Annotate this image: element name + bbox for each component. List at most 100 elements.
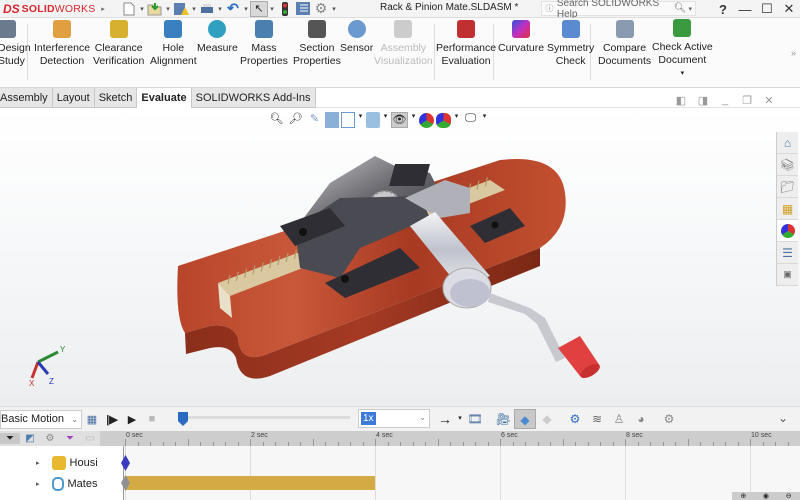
- ribbon-button-section-properties[interactable]: Section Properties: [293, 20, 341, 68]
- tree-item[interactable]: ▸ Housi: [36, 454, 98, 472]
- view-settings-icon[interactable]: 🖵: [462, 112, 479, 128]
- expand-icon[interactable]: ▸: [36, 480, 40, 488]
- motion-study-properties-icon[interactable]: ⚙: [658, 409, 680, 429]
- new-dropdown[interactable]: ▾: [138, 5, 146, 13]
- apply-scene-icon[interactable]: [436, 112, 451, 128]
- open-icon[interactable]: [146, 1, 164, 17]
- split-right-icon[interactable]: ◨: [692, 94, 714, 107]
- playback-speed-select[interactable]: 1x ⌄: [358, 409, 430, 428]
- zoom-in-icon[interactable]: ⊕: [740, 492, 746, 500]
- animation-wizard-icon[interactable]: 🎥︎: [492, 409, 514, 429]
- hide-show-dropdown[interactable]: ▾: [410, 112, 417, 128]
- custom-properties-icon[interactable]: ☰: [777, 242, 798, 264]
- ribbon-overflow-icon[interactable]: »: [791, 48, 796, 58]
- ribbon-button-assembly-visualization[interactable]: Assembly Visualization: [374, 20, 433, 68]
- section-view-icon[interactable]: [325, 112, 339, 128]
- tab-sketch[interactable]: Sketch: [94, 88, 138, 108]
- study-type-select[interactable]: Basic Motion ⌄: [0, 409, 82, 429]
- ribbon-button-sensor[interactable]: Sensor: [340, 20, 373, 55]
- stop-icon[interactable]: ■: [142, 413, 162, 425]
- select-icon[interactable]: ↖: [250, 0, 268, 17]
- search-icon[interactable]: 🔍︎: [674, 3, 687, 14]
- play-from-start-icon[interactable]: |▶: [102, 413, 122, 426]
- view-settings-dropdown[interactable]: ▾: [481, 112, 488, 128]
- menu-expand-icon[interactable]: ▸: [98, 5, 108, 13]
- expand-icon[interactable]: ▸: [36, 459, 40, 467]
- calculate-icon[interactable]: ▦: [82, 413, 102, 426]
- help-button[interactable]: ?: [712, 2, 734, 17]
- home-icon[interactable]: ⌂: [777, 132, 798, 154]
- tab-evaluate[interactable]: Evaluate: [137, 88, 192, 108]
- contact-icon[interactable]: ♙: [608, 409, 630, 429]
- add-update-key-icon[interactable]: ◆: [536, 409, 558, 429]
- tree-item[interactable]: ▸ Mates: [36, 475, 97, 493]
- save-animation-icon[interactable]: 🎞︎: [464, 409, 486, 429]
- view-palette-icon[interactable]: ▦: [777, 198, 798, 220]
- ribbon-button-design-study[interactable]: Design Study: [0, 20, 31, 68]
- ribbon-button-symmetry-check[interactable]: Symmetry Check: [547, 20, 594, 68]
- display-style-dropdown[interactable]: ▾: [382, 112, 389, 128]
- search-dropdown[interactable]: ▾: [688, 5, 692, 13]
- display-style-icon[interactable]: [366, 112, 380, 128]
- collapse-motion-manager-icon[interactable]: ⌄: [778, 411, 788, 425]
- maximize-button[interactable]: ☐: [756, 1, 778, 17]
- ribbon-button-performance-evaluation[interactable]: Performance Evaluation: [436, 20, 496, 68]
- viewport-restore-icon[interactable]: ❐: [736, 94, 758, 107]
- save-dropdown[interactable]: ▾: [190, 5, 198, 13]
- solidworks-logo[interactable]: DS SOLIDWORKS: [0, 0, 98, 18]
- split-left-icon[interactable]: ◧: [670, 94, 692, 107]
- playback-mode-icon[interactable]: →: [434, 409, 456, 429]
- ribbon-button-curvature[interactable]: Curvature: [498, 20, 544, 55]
- new-icon[interactable]: [120, 1, 138, 17]
- file-properties-icon[interactable]: [294, 1, 312, 17]
- ribbon-button-mass-properties[interactable]: Mass Properties: [240, 20, 288, 68]
- solidworks-resources-icon[interactable]: ▣: [777, 264, 798, 286]
- playback-mode-dropdown[interactable]: ▾: [456, 409, 464, 429]
- filter-selected-icon[interactable]: ⏷: [60, 433, 80, 444]
- select-dropdown[interactable]: ▾: [268, 5, 276, 13]
- print-icon[interactable]: [198, 1, 216, 17]
- filter-driving-icon[interactable]: ⚙: [40, 433, 60, 444]
- filter-icon[interactable]: ⏷: [0, 433, 20, 444]
- ribbon-button-check-active-document[interactable]: Check Active Document ▾: [652, 19, 713, 80]
- options-icon[interactable]: ⚙: [312, 0, 330, 17]
- help-search-input[interactable]: ⓘ Search SOLIDWORKS Help 🔍︎ ▾: [541, 0, 696, 20]
- save-icon[interactable]: [172, 1, 190, 17]
- viewport-minimize-icon[interactable]: _: [714, 94, 736, 107]
- chevron-down-icon[interactable]: ▾: [681, 67, 685, 80]
- tab-assembly[interactable]: Assembly: [0, 88, 53, 108]
- autokey-icon[interactable]: ◆: [514, 408, 536, 429]
- rebuild-icon[interactable]: [276, 1, 294, 17]
- tab-layout[interactable]: Layout: [52, 88, 95, 108]
- view-orientation-dropdown[interactable]: ▾: [357, 112, 364, 128]
- play-icon[interactable]: ▶: [122, 413, 142, 426]
- mates-time-bar[interactable]: [125, 476, 375, 490]
- close-button[interactable]: ✕: [778, 1, 800, 17]
- spring-icon[interactable]: ≋: [586, 409, 608, 429]
- edit-appearance-icon[interactable]: [419, 112, 434, 128]
- zoom-fit-icon[interactable]: ◉: [763, 492, 769, 500]
- view-orientation-icon[interactable]: [341, 112, 355, 128]
- zoom-out-icon[interactable]: ⊖: [786, 492, 792, 500]
- apply-scene-dropdown[interactable]: ▾: [453, 112, 460, 128]
- ribbon-button-compare-documents[interactable]: Compare Documents: [598, 20, 651, 68]
- graphics-area[interactable]: Y X Z: [0, 108, 800, 406]
- motor-icon[interactable]: ⚙: [564, 409, 586, 429]
- hide-show-items-icon[interactable]: 👁︎: [391, 112, 408, 128]
- open-dropdown[interactable]: ▾: [164, 5, 172, 13]
- print-dropdown[interactable]: ▾: [216, 5, 224, 13]
- appearances-icon[interactable]: [777, 220, 798, 242]
- ribbon-button-interference-detection[interactable]: Interference Detection: [34, 20, 90, 68]
- ribbon-button-measure[interactable]: Measure: [197, 20, 238, 55]
- design-library-icon[interactable]: 📚︎: [777, 154, 798, 176]
- playback-slider[interactable]: [178, 412, 350, 426]
- filter-animated-icon[interactable]: ◩: [20, 433, 40, 444]
- gravity-icon[interactable]: ◕: [630, 409, 652, 429]
- zoom-to-area-icon[interactable]: 🔎︎: [287, 112, 304, 128]
- time-scale[interactable]: 0 sec2 sec4 sec6 sec8 sec10 sec12 sec14 …: [124, 431, 800, 446]
- playback-thumb[interactable]: [178, 412, 188, 426]
- file-explorer-icon[interactable]: 📁︎: [777, 176, 798, 198]
- timeline-tracks[interactable]: [121, 446, 800, 500]
- ribbon-button-clearance-verification[interactable]: Clearance Verification: [93, 20, 144, 68]
- ribbon-button-hole-alignment[interactable]: Hole Alignment: [150, 20, 197, 68]
